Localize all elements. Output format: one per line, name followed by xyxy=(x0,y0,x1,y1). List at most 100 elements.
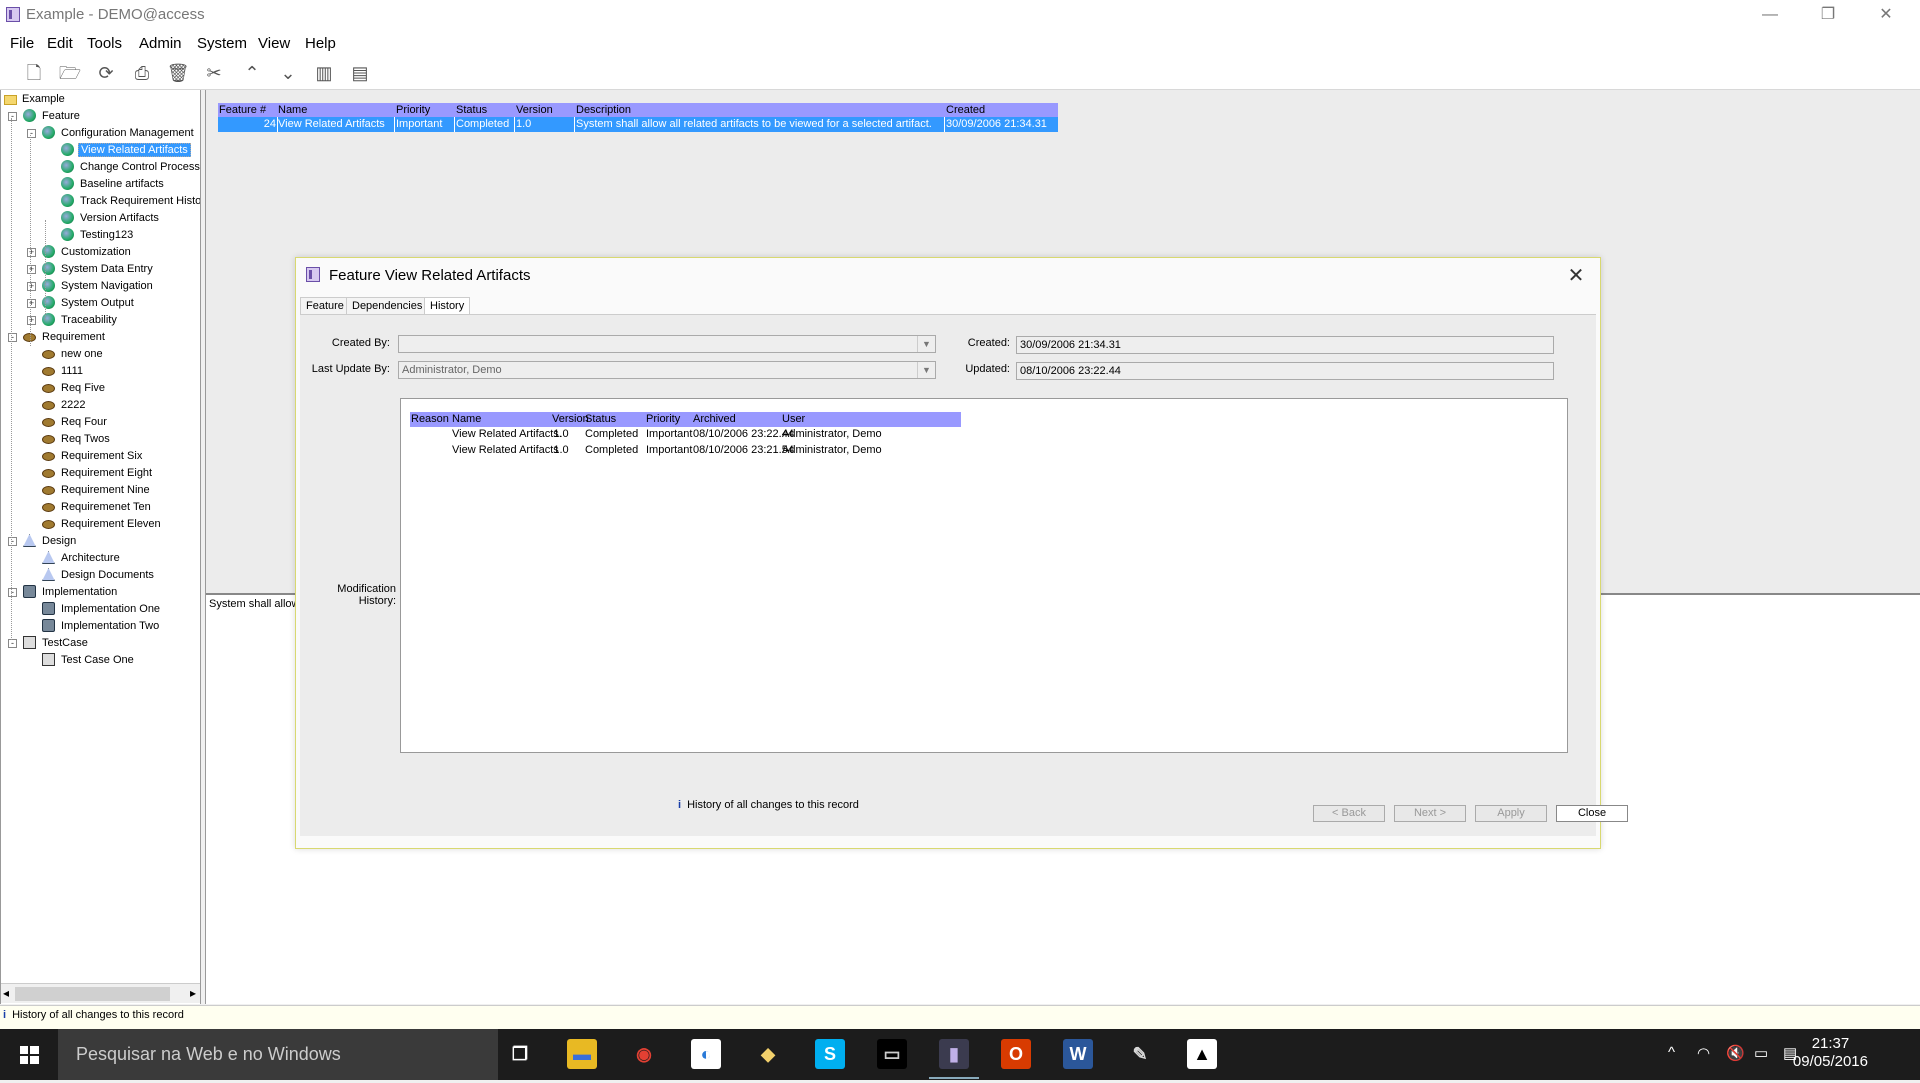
delete-icon[interactable]: 🗑 xyxy=(166,62,190,84)
tree-item[interactable]: Req Twos xyxy=(42,432,112,447)
tree-item[interactable]: Requirement xyxy=(23,330,107,345)
tree-item[interactable]: Implementation Two xyxy=(42,619,161,634)
scroll-left-icon[interactable]: ◂ xyxy=(3,986,9,1000)
open-folder-icon[interactable]: 🗁 xyxy=(58,62,82,84)
table-row[interactable]: 24 View Related Artifacts Important Complet… xyxy=(218,117,1058,132)
close-button[interactable]: Close xyxy=(1556,805,1628,822)
tree-item[interactable]: Req Five xyxy=(42,381,107,396)
menu-admin[interactable]: Admin xyxy=(139,35,182,52)
tab-feature[interactable]: Feature xyxy=(300,297,350,315)
taskbar-search-input[interactable]: Pesquisar na Web e no Windows xyxy=(58,1029,498,1080)
skype-icon[interactable]: S xyxy=(815,1039,845,1069)
tree-item[interactable]: Requirement Eleven xyxy=(42,517,163,532)
start-button[interactable] xyxy=(0,1029,58,1080)
minimize-button[interactable]: — xyxy=(1750,4,1790,26)
dialog-close-icon[interactable]: ✕ xyxy=(1562,263,1590,288)
tree-item[interactable]: 2222 xyxy=(42,398,87,413)
tree-item[interactable]: Design xyxy=(23,534,78,549)
history-column-header[interactable]: Archived xyxy=(693,412,736,427)
collapse-icon[interactable]: - xyxy=(8,537,17,546)
move-down-icon[interactable]: ⌄ xyxy=(276,62,300,84)
print-icon[interactable]: ⎙ xyxy=(130,62,154,84)
tree-root[interactable]: Example xyxy=(4,92,67,107)
cut-icon[interactable]: ✂ xyxy=(202,62,226,84)
show-hidden-icons-icon[interactable]: ^ xyxy=(1668,1044,1675,1061)
properties-icon[interactable]: ▤ xyxy=(348,62,372,84)
menu-edit[interactable]: Edit xyxy=(47,35,73,52)
tree-item[interactable]: Change Control Process xyxy=(61,160,200,175)
paint-icon[interactable]: ✎ xyxy=(1125,1039,1155,1069)
word-icon[interactable]: W xyxy=(1063,1039,1093,1069)
collapse-icon[interactable]: - xyxy=(8,333,17,342)
tree-item[interactable]: Design Documents xyxy=(42,568,156,583)
history-column-header[interactable]: Reason xyxy=(411,412,449,427)
tree-item[interactable]: Requirement Nine xyxy=(42,483,152,498)
volume-muted-icon[interactable]: 🔇 xyxy=(1726,1044,1745,1062)
tree-item[interactable]: Traceability xyxy=(42,313,119,328)
clock[interactable]: 21:37 09/05/2016 xyxy=(1793,1035,1868,1071)
collapse-icon[interactable]: - xyxy=(8,112,17,121)
columns-icon[interactable]: ▥ xyxy=(312,62,336,84)
chevron-down-icon[interactable]: ▼ xyxy=(917,336,935,352)
tree-item[interactable]: Implementation One xyxy=(42,602,162,617)
grid-column-header[interactable]: Status xyxy=(456,103,487,117)
grid-column-header[interactable]: Description xyxy=(576,103,631,117)
last-update-by-combo[interactable]: Administrator, Demo ▼ xyxy=(398,361,936,379)
history-column-header[interactable]: Status xyxy=(585,412,616,427)
tree-item[interactable]: System Output xyxy=(42,296,136,311)
tree-item[interactable]: Test Case One xyxy=(42,653,136,668)
new-doc-icon[interactable]: 🗋 xyxy=(22,62,46,84)
tree-item[interactable]: Architecture xyxy=(42,551,122,566)
menu-tools[interactable]: Tools xyxy=(87,35,122,52)
created-field[interactable]: 30/09/2006 21:34.31 xyxy=(1016,336,1554,354)
scroll-thumb[interactable] xyxy=(15,987,170,1001)
tree-item[interactable]: Requirement Six xyxy=(42,449,144,464)
wifi-icon[interactable]: ◠ xyxy=(1697,1044,1710,1062)
grid-column-header[interactable]: Priority xyxy=(396,103,430,117)
menu-file[interactable]: File xyxy=(10,35,34,52)
expand-icon[interactable]: + xyxy=(27,265,36,274)
photos-icon[interactable]: ▲ xyxy=(1187,1039,1217,1069)
expand-icon[interactable]: + xyxy=(27,299,36,308)
tree-item[interactable]: View Related Artifacts xyxy=(61,143,191,158)
file-explorer-icon[interactable]: ▬ xyxy=(567,1039,597,1069)
tree-item[interactable]: Implementation xyxy=(23,585,119,600)
history-column-header[interactable]: User xyxy=(782,412,805,427)
chevron-down-icon[interactable]: ▼ xyxy=(917,362,935,378)
task-view-icon[interactable]: ❐ xyxy=(505,1039,535,1069)
tree-item[interactable]: System Data Entry xyxy=(42,262,155,277)
close-window-button[interactable]: ✕ xyxy=(1866,4,1906,26)
tree-horizontal-scrollbar[interactable]: ◂ ▸ xyxy=(1,983,200,1003)
updated-field[interactable]: 08/10/2006 23:22.44 xyxy=(1016,362,1554,380)
collapse-icon[interactable]: - xyxy=(27,129,36,138)
scroll-right-icon[interactable]: ▸ xyxy=(190,986,196,1000)
chrome-icon[interactable]: ◉ xyxy=(629,1039,659,1069)
tab-history[interactable]: History xyxy=(424,297,471,315)
requirements-app-icon[interactable]: ▮ xyxy=(929,1039,979,1079)
tree-item[interactable]: System Navigation xyxy=(42,279,155,294)
tree-item[interactable]: Configuration Management xyxy=(42,126,196,141)
expand-icon[interactable]: + xyxy=(27,282,36,291)
grid-column-header[interactable]: Name xyxy=(278,103,307,117)
tree-item[interactable]: Requiremenet Ten xyxy=(42,500,153,515)
collapse-icon[interactable]: - xyxy=(8,639,17,648)
tree-item[interactable]: Feature xyxy=(23,109,82,124)
created-by-combo[interactable]: ▼ xyxy=(398,335,936,353)
terminal-icon[interactable]: ▭ xyxy=(877,1039,907,1069)
tree-item[interactable]: Baseline artifacts xyxy=(61,177,166,192)
tree-item[interactable]: Track Requirement Histor xyxy=(61,194,200,209)
menu-help[interactable]: Help xyxy=(305,35,336,52)
grid-column-header[interactable]: Created xyxy=(946,103,985,117)
history-column-header[interactable]: Version xyxy=(552,412,589,427)
tree-item[interactable]: Testing123 xyxy=(61,228,135,243)
office-icon[interactable]: O xyxy=(1001,1039,1031,1069)
folder-app-icon[interactable]: ◆ xyxy=(753,1039,783,1069)
battery-icon[interactable]: ▭ xyxy=(1754,1044,1768,1062)
tree-item[interactable]: Requirement Eight xyxy=(42,466,154,481)
tree-item[interactable]: Req Four xyxy=(42,415,109,430)
tree-item[interactable]: 1111 xyxy=(42,364,85,379)
table-row[interactable]: View Related Artifacts. 1.0 Completed Impor… xyxy=(410,427,961,442)
refresh-icon[interactable]: ⟳ xyxy=(94,62,118,84)
maximize-button[interactable]: ❐ xyxy=(1808,4,1848,26)
tool-app-icon[interactable]: ◐ xyxy=(691,1039,721,1069)
